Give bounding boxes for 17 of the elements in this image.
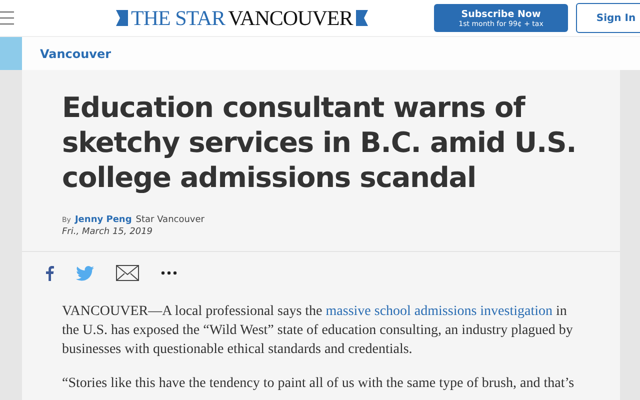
- article-paragraph: “Stories like this have the tendency to paint all of us with the same type of brush, and that’s: [62, 375, 576, 393]
- publish-date: Fri., March 15, 2019: [62, 227, 154, 237]
- menu-icon[interactable]: [0, 9, 14, 27]
- article-paragraph: VANCOUVER—A local professional says the massive school admissions investigation in the U.S. has exposed the “Wild West” state of education consulting, an industry plagued by businesses with questionable ethical standards and credentials.: [62, 303, 574, 359]
- headline: Education consultant warns of sketchy services in B.C. amid U.S. college admissions scandal: [62, 90, 578, 195]
- article-link[interactable]: massive school admissions investigation: [326, 304, 552, 319]
- envelope-icon[interactable]: [116, 265, 139, 281]
- more-icon[interactable]: [161, 271, 177, 275]
- facebook-icon[interactable]: [46, 266, 54, 280]
- logo-text: VANCOUVER: [228, 6, 353, 30]
- logo-text: THE STAR: [131, 6, 226, 30]
- section-link[interactable]: Vancouver: [40, 46, 112, 60]
- flag-icon: [116, 10, 128, 26]
- author-link[interactable]: Jenny Peng: [74, 215, 132, 225]
- outlet-name: Star Vancouver: [136, 215, 204, 225]
- flag-icon: [356, 10, 368, 26]
- sign-in-button[interactable]: Sign In: [576, 3, 640, 33]
